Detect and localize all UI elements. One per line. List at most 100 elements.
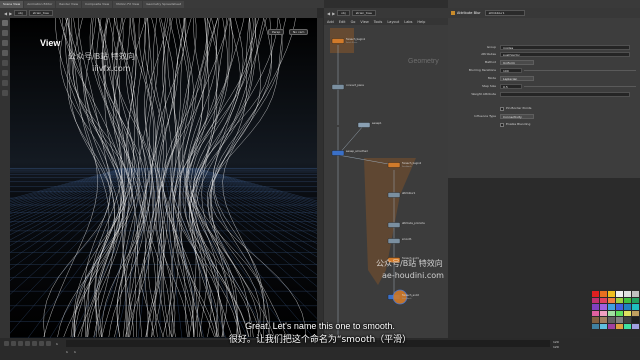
color-swatch[interactable] bbox=[616, 310, 623, 316]
network-node bbox=[357, 122, 371, 128]
color-swatch[interactable] bbox=[592, 310, 599, 316]
viewport-tab-5[interactable]: Geometry Spreadsheet bbox=[143, 0, 185, 8]
parameter-body: Group rogdes Attributes pushVector Metho… bbox=[448, 18, 640, 178]
network-canvas[interactable]: Geometry 公众号/B站 特效向 ae-houdini.com forea… bbox=[324, 25, 448, 338]
step-size-slider[interactable] bbox=[524, 86, 636, 87]
range-start[interactable]: 1 bbox=[66, 350, 68, 354]
move-tool-icon[interactable] bbox=[2, 30, 8, 36]
handle-tool-icon[interactable] bbox=[2, 60, 8, 66]
iterations-field[interactable]: 100 bbox=[500, 68, 522, 73]
attributes-label: Attributes bbox=[481, 52, 496, 56]
menu-edit[interactable]: Edit bbox=[339, 20, 346, 24]
mode-dropdown[interactable]: Laplacian bbox=[500, 76, 534, 81]
network-path-node[interactable]: strain_tree bbox=[351, 10, 376, 16]
node-type-label: Attribute Blur bbox=[457, 11, 481, 15]
network-node-label[interactable]: sweep_smoothed bbox=[346, 150, 368, 153]
color-swatch[interactable] bbox=[608, 310, 615, 316]
perspective-menu[interactable]: Persp bbox=[268, 29, 285, 35]
view-tool-icon[interactable] bbox=[2, 90, 8, 96]
param-row-blending: Enable Blending bbox=[448, 121, 640, 128]
color-swatch[interactable] bbox=[608, 291, 615, 297]
pin-border-checkbox[interactable] bbox=[500, 106, 504, 111]
pose-tool-icon[interactable] bbox=[2, 70, 8, 76]
select-tool-icon[interactable] bbox=[2, 20, 8, 26]
back-arrow-icon[interactable]: ◀ bbox=[4, 11, 7, 16]
back-arrow-icon[interactable]: ◀ bbox=[327, 11, 330, 16]
menu-tools[interactable]: Tools bbox=[374, 20, 383, 24]
color-swatch[interactable] bbox=[632, 291, 639, 297]
color-swatch[interactable] bbox=[624, 310, 631, 316]
houdini-window: Scene View Animation Editor Render View Com… bbox=[0, 0, 640, 360]
viewport-tab-1[interactable]: Animation Editor bbox=[24, 0, 56, 8]
color-swatch[interactable] bbox=[632, 297, 639, 303]
forward-arrow-icon[interactable]: ▶ bbox=[9, 11, 12, 16]
color-swatch[interactable] bbox=[632, 310, 639, 316]
network-node-label[interactable]: attribblur1 bbox=[402, 192, 415, 195]
menu-layout[interactable]: Layout bbox=[387, 20, 399, 24]
color-swatch[interactable] bbox=[600, 304, 607, 310]
enable-blending-checkbox[interactable] bbox=[500, 122, 504, 127]
range-start-2[interactable]: 1 bbox=[74, 350, 76, 354]
path-obj-field[interactable]: obj bbox=[14, 10, 27, 16]
color-swatch[interactable] bbox=[592, 304, 599, 310]
color-swatch[interactable] bbox=[616, 291, 623, 297]
range-end-2[interactable]: 120 bbox=[553, 345, 559, 349]
network-node bbox=[387, 192, 401, 198]
viewport-tab-0[interactable]: Scene View bbox=[0, 0, 24, 8]
color-swatch[interactable] bbox=[600, 310, 607, 316]
path-node-field[interactable]: strain_tree bbox=[28, 10, 53, 16]
weight-attribute-field[interactable] bbox=[500, 92, 630, 97]
color-swatch[interactable] bbox=[624, 297, 631, 303]
viewport-display-toolbar bbox=[317, 18, 323, 338]
menu-go[interactable]: Go bbox=[351, 20, 356, 24]
scale-tool-icon[interactable] bbox=[2, 50, 8, 56]
menu-labs[interactable]: Labs bbox=[404, 20, 412, 24]
color-swatch[interactable] bbox=[608, 297, 615, 303]
forward-arrow-icon[interactable]: ▶ bbox=[332, 11, 335, 16]
viewport-tab-2[interactable]: Render View bbox=[56, 0, 82, 8]
param-row-group: Group rogdes bbox=[448, 44, 640, 51]
method-dropdown[interactable]: Uniform bbox=[500, 60, 534, 65]
menu-help[interactable]: Help bbox=[417, 20, 425, 24]
network-node-label[interactable]: sweep1 bbox=[372, 122, 382, 125]
influence-type-dropdown[interactable]: Connectivity bbox=[500, 114, 534, 119]
menu-add[interactable]: Add bbox=[327, 20, 334, 24]
3d-viewport[interactable]: View Persp No cam 公众号/B站 特效向 iiivfx.com bbox=[10, 18, 317, 338]
network-node-label[interactable]: smooth bbox=[402, 238, 411, 241]
iterations-label: Blurring Iterations bbox=[468, 68, 496, 72]
step-size-field[interactable]: 0.5 bbox=[500, 84, 522, 89]
rotate-tool-icon[interactable] bbox=[2, 40, 8, 46]
viewport-tab-4[interactable]: Motion FX View bbox=[113, 0, 143, 8]
color-swatch[interactable] bbox=[600, 297, 607, 303]
group-field[interactable]: rogdes bbox=[500, 45, 630, 50]
brush-tool-icon[interactable] bbox=[2, 80, 8, 86]
color-swatch[interactable] bbox=[592, 297, 599, 303]
network-node-sublabel: Feedback bbox=[402, 297, 412, 300]
attributes-field[interactable]: pushVector bbox=[500, 52, 630, 57]
network-editor: ◀ ▶ obj strain_tree Add Edit Go View Tools La… bbox=[324, 0, 448, 338]
color-swatch[interactable] bbox=[616, 297, 623, 303]
viewport-scene bbox=[10, 18, 317, 338]
node-name-field[interactable]: attribblur1 bbox=[484, 10, 525, 16]
camera-menu[interactable]: No cam bbox=[289, 29, 309, 35]
watermark-top-url: iiivfx.com bbox=[92, 64, 131, 73]
step-size-label: Step Size bbox=[482, 84, 496, 88]
network-path-obj[interactable]: obj bbox=[337, 10, 350, 16]
color-swatch[interactable] bbox=[616, 304, 623, 310]
color-swatch[interactable] bbox=[600, 291, 607, 297]
color-swatch[interactable] bbox=[632, 304, 639, 310]
network-node-sublabel: Fetch Piece bbox=[346, 41, 358, 44]
network-node-label[interactable]: foreach_end1 bbox=[402, 257, 419, 260]
iterations-slider[interactable] bbox=[524, 70, 636, 71]
color-swatch[interactable] bbox=[608, 304, 615, 310]
color-swatch[interactable] bbox=[592, 291, 599, 297]
viewport-tab-3[interactable]: Composite View bbox=[82, 0, 113, 8]
color-swatch[interactable] bbox=[624, 291, 631, 297]
network-node bbox=[331, 84, 345, 90]
network-node-label[interactable]: connect_piece bbox=[346, 84, 364, 87]
viewport-title: View bbox=[40, 38, 61, 48]
color-swatch[interactable] bbox=[624, 304, 631, 310]
network-node-label[interactable]: attribute_promote bbox=[402, 222, 425, 225]
mode-label: Mode bbox=[487, 76, 496, 80]
menu-view[interactable]: View bbox=[360, 20, 368, 24]
